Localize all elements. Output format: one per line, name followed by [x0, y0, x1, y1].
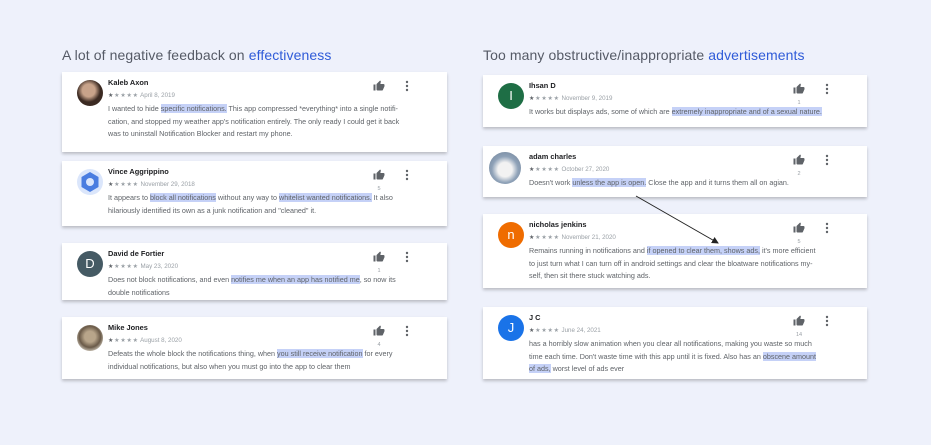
connector-arrow — [635, 195, 719, 244]
